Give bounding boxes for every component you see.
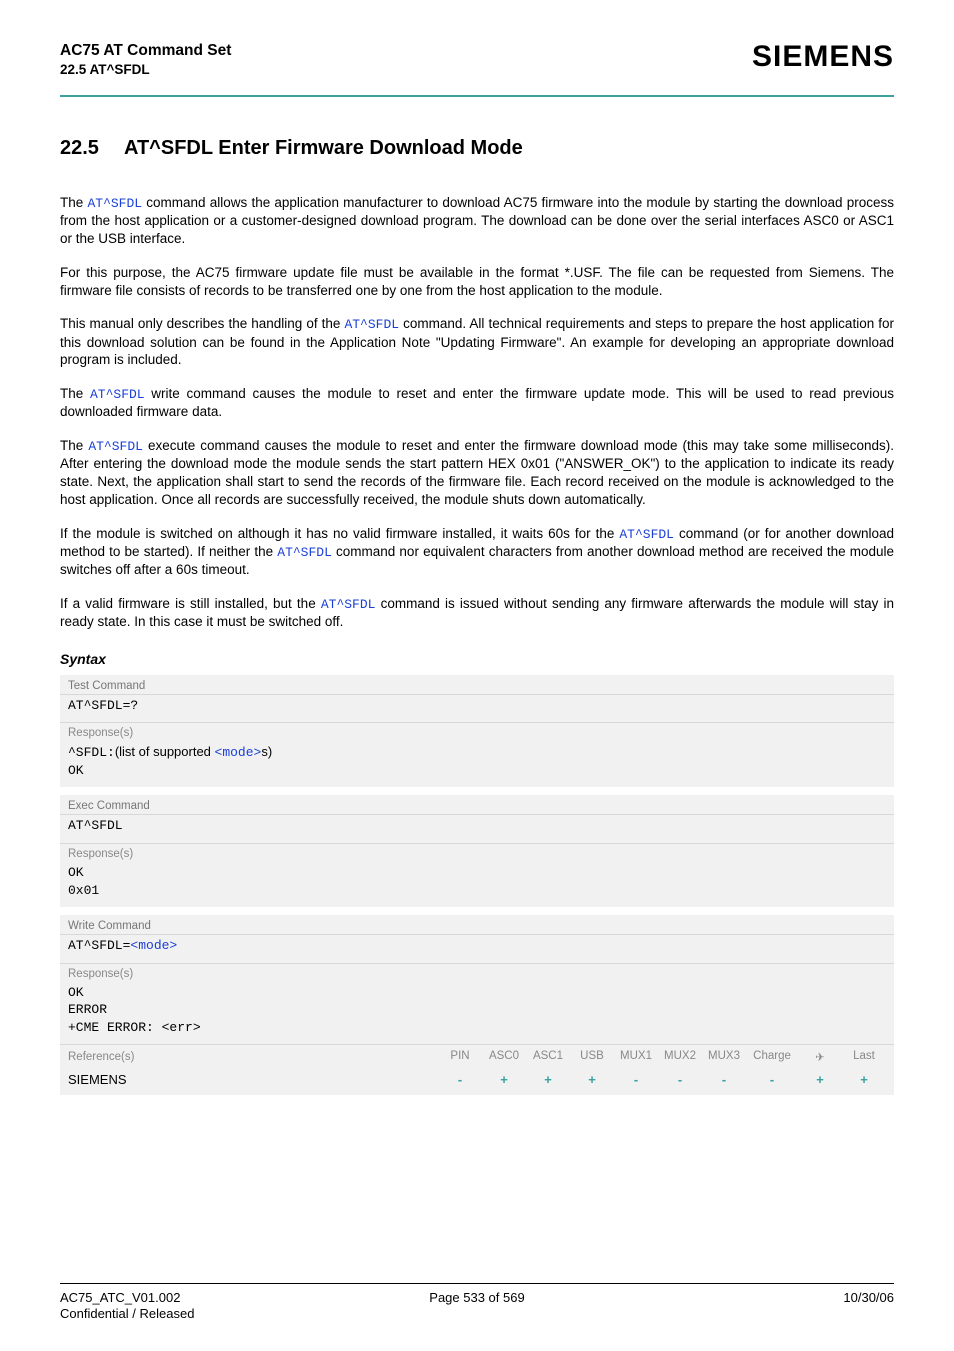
val-usb: + [570, 1072, 614, 1087]
atsfdl-link[interactable]: AT^SFDL [87, 196, 142, 211]
atsfdl-link[interactable]: AT^SFDL [321, 597, 376, 612]
atsfdl-link[interactable]: AT^SFDL [277, 545, 332, 560]
paragraph-5: The AT^SFDL execute command causes the m… [60, 437, 894, 509]
reference-header-row: Reference(s) PIN ASC0 ASC1 USB MUX1 MUX2… [60, 1044, 894, 1068]
section-heading: 22.5AT^SFDL Enter Firmware Download Mode [60, 137, 894, 160]
exec-command-label: Exec Command [60, 795, 894, 815]
val-mux1: - [614, 1072, 658, 1087]
section-title-text: AT^SFDL Enter Firmware Download Mode [124, 137, 523, 159]
mode-link[interactable]: <mode> [215, 745, 262, 760]
test-command-text: AT^SFDL=? [60, 695, 894, 723]
siemens-logo: SIEMENS [752, 40, 894, 74]
exec-command-text: AT^SFDL [60, 815, 894, 843]
val-airplane: + [798, 1072, 842, 1087]
exec-response-body: OK 0x01 [60, 862, 894, 907]
paragraph-1: The AT^SFDL command allows the applicati… [60, 194, 894, 248]
footer-rule [60, 1283, 894, 1284]
val-pin: - [438, 1072, 482, 1087]
response-label: Response(s) [60, 843, 894, 862]
write-command-label: Write Command [60, 915, 894, 935]
test-command-box: Test Command AT^SFDL=? Response(s) ^SFDL… [60, 675, 894, 788]
doc-version: AC75_ATC_V01.002 [60, 1290, 335, 1305]
response-label: Response(s) [60, 722, 894, 741]
syntax-heading: Syntax [60, 651, 894, 667]
atsfdl-link[interactable]: AT^SFDL [90, 387, 145, 402]
header-rule [60, 95, 894, 97]
write-response-body: OK ERROR +CME ERROR: <err> [60, 982, 894, 1045]
val-charge: - [746, 1072, 798, 1087]
col-asc1: ASC1 [526, 1050, 570, 1064]
page-footer: AC75_ATC_V01.002 Confidential / Released… [60, 1290, 894, 1321]
col-last: Last [842, 1050, 886, 1064]
doc-confidentiality: Confidential / Released [60, 1306, 335, 1321]
footer-page: Page 533 of 569 [339, 1290, 614, 1321]
paragraph-7: If a valid firmware is still installed, … [60, 595, 894, 631]
col-asc0: ASC0 [482, 1050, 526, 1064]
footer-left: AC75_ATC_V01.002 Confidential / Released [60, 1290, 335, 1321]
atsfdl-link[interactable]: AT^SFDL [619, 527, 674, 542]
reference-value: SIEMENS [68, 1072, 438, 1087]
header-left: AC75 AT Command Set 22.5 AT^SFDL [60, 42, 231, 77]
mode-link[interactable]: <mode> [130, 938, 177, 953]
section-number: 22.5 [60, 137, 124, 160]
page-header: AC75 AT Command Set 22.5 AT^SFDL SIEMENS [60, 42, 894, 89]
val-last: + [842, 1072, 886, 1087]
col-mux2: MUX2 [658, 1050, 702, 1064]
test-response-body: ^SFDL:(list of supported <mode>s) OK [60, 741, 894, 787]
val-mux2: - [658, 1072, 702, 1087]
col-charge: Charge [746, 1050, 798, 1064]
doc-subtitle: 22.5 AT^SFDL [60, 62, 231, 77]
doc-title: AC75 AT Command Set [60, 42, 231, 60]
footer-date: 10/30/06 [619, 1290, 894, 1321]
capability-columns: PIN ASC0 ASC1 USB MUX1 MUX2 MUX3 Charge … [438, 1050, 886, 1064]
col-mux3: MUX3 [702, 1050, 746, 1064]
reference-label: Reference(s) [68, 1051, 438, 1063]
write-command-box: Write Command AT^SFDL=<mode> Response(s)… [60, 915, 894, 1095]
write-command-text: AT^SFDL=<mode> [60, 935, 894, 963]
col-usb: USB [570, 1050, 614, 1064]
exec-command-box: Exec Command AT^SFDL Response(s) OK 0x01 [60, 795, 894, 907]
val-mux3: - [702, 1072, 746, 1087]
paragraph-6: If the module is switched on although it… [60, 525, 894, 579]
col-airplane-icon: ✈ [798, 1050, 842, 1064]
paragraph-2: For this purpose, the AC75 firmware upda… [60, 264, 894, 300]
response-label: Response(s) [60, 963, 894, 982]
body-text: The AT^SFDL command allows the applicati… [60, 194, 894, 647]
col-pin: PIN [438, 1050, 482, 1064]
reference-value-row: SIEMENS - + + + - - - - + + [60, 1068, 894, 1095]
atsfdl-link[interactable]: AT^SFDL [344, 317, 399, 332]
atsfdl-link[interactable]: AT^SFDL [88, 439, 143, 454]
col-mux1: MUX1 [614, 1050, 658, 1064]
val-asc1: + [526, 1072, 570, 1087]
paragraph-4: The AT^SFDL write command causes the mod… [60, 385, 894, 421]
val-asc0: + [482, 1072, 526, 1087]
capability-values: - + + + - - - - + + [438, 1072, 886, 1087]
paragraph-3: This manual only describes the handling … [60, 315, 894, 369]
test-command-label: Test Command [60, 675, 894, 695]
